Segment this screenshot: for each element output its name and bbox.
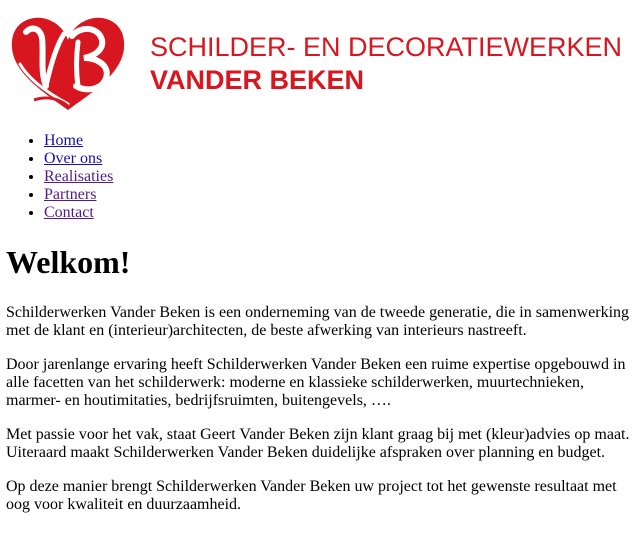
nav-link-partners[interactable]: Partners bbox=[44, 186, 96, 203]
page-title: Welkom! bbox=[6, 244, 131, 280]
nav-link-contact[interactable]: Contact bbox=[44, 204, 94, 221]
nav-item-partners: Partners bbox=[44, 186, 113, 204]
brand-title: SCHILDER- EN DECORATIEWERKEN bbox=[150, 32, 623, 62]
main-content: Schilderwerken Vander Beken is een onder… bbox=[6, 304, 642, 530]
nav-link-realisaties[interactable]: Realisaties bbox=[44, 168, 113, 185]
intro-paragraph: Schilderwerken Vander Beken is een onder… bbox=[6, 304, 630, 339]
nav-item-contact: Contact bbox=[44, 204, 113, 222]
nav-link-home[interactable]: Home bbox=[44, 132, 83, 149]
site-header: SCHILDER- EN DECORATIEWERKEN VANDER BEKE… bbox=[6, 12, 642, 116]
vb-monogram-logo-icon[interactable] bbox=[6, 12, 130, 114]
nav-item-over-ons: Over ons bbox=[44, 150, 113, 168]
nav-item-realisaties: Realisaties bbox=[44, 168, 113, 186]
brand-name: VANDER BEKEN bbox=[150, 65, 365, 95]
closing-paragraph: Op deze manier brengt Schilderwerken Van… bbox=[6, 478, 617, 513]
main-nav: Home Over ons Realisaties Partners Conta… bbox=[0, 132, 113, 222]
nav-item-home: Home bbox=[44, 132, 113, 150]
nav-link-over-ons[interactable]: Over ons bbox=[44, 150, 102, 167]
experience-paragraph: Door jarenlange ervaring heeft Schilderw… bbox=[6, 356, 626, 409]
passion-paragraph: Met passie voor het vak, staat Geert Van… bbox=[6, 426, 630, 461]
